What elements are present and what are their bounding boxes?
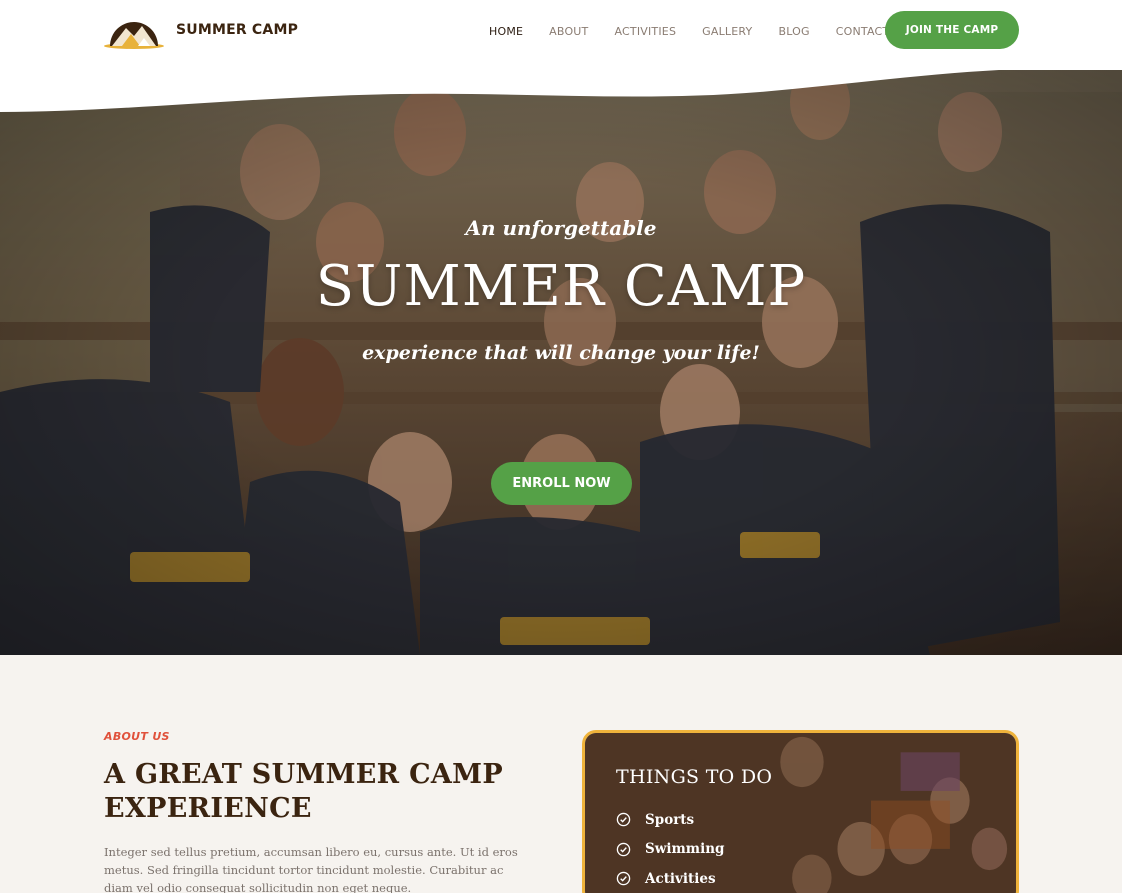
nav-about[interactable]: ABOUT: [549, 25, 588, 38]
check-circle-icon: [616, 871, 631, 886]
site-header: SUMMER CAMP HOME ABOUT ACTIVITIES GALLER…: [0, 0, 1122, 70]
nav-gallery[interactable]: GALLERY: [702, 25, 752, 38]
hero-subtitle: experience that will change your life!: [362, 342, 760, 364]
list-item-label: Activities: [645, 870, 716, 887]
about-body: Integer sed tellus pretium, accumsan lib…: [104, 845, 518, 893]
nav-home[interactable]: HOME: [489, 25, 523, 38]
mountain-tent-icon: [104, 22, 164, 49]
nav-contact[interactable]: CONTACT: [836, 25, 890, 38]
activities-list: Sports Swimming Activities: [616, 805, 724, 893]
list-item: Swimming: [616, 835, 724, 865]
card-title: THINGS TO DO: [616, 766, 773, 788]
hero-title: SUMMER CAMP: [315, 254, 807, 319]
check-circle-icon: [616, 842, 631, 857]
main-nav: HOME ABOUT ACTIVITIES GALLERY BLOG CONTA…: [476, 0, 902, 62]
list-item: Activities: [616, 864, 724, 893]
check-circle-icon: [616, 812, 631, 827]
list-item-label: Sports: [645, 811, 695, 828]
enroll-now-button[interactable]: ENROLL NOW: [491, 462, 632, 505]
about-title: A GREAT SUMMER CAMP EXPERIENCE: [104, 759, 503, 824]
join-camp-button[interactable]: JOIN THE CAMP: [885, 11, 1019, 49]
hero-section: An unforgettable SUMMER CAMP experience …: [0, 62, 1122, 655]
nav-blog[interactable]: BLOG: [778, 25, 809, 38]
nav-activities[interactable]: ACTIVITIES: [614, 25, 676, 38]
things-to-do-card: THINGS TO DO Sports Swimming Activities: [582, 730, 1019, 893]
about-label: ABOUT US: [104, 730, 170, 743]
brand-name: SUMMER CAMP: [176, 22, 299, 38]
hero-intro: An unforgettable: [465, 216, 657, 240]
hero-wave-divider: [0, 62, 1122, 112]
list-item: Sports: [616, 805, 724, 835]
list-item-label: Swimming: [645, 841, 725, 858]
brand-logo[interactable]: SUMMER CAMP: [104, 10, 298, 50]
